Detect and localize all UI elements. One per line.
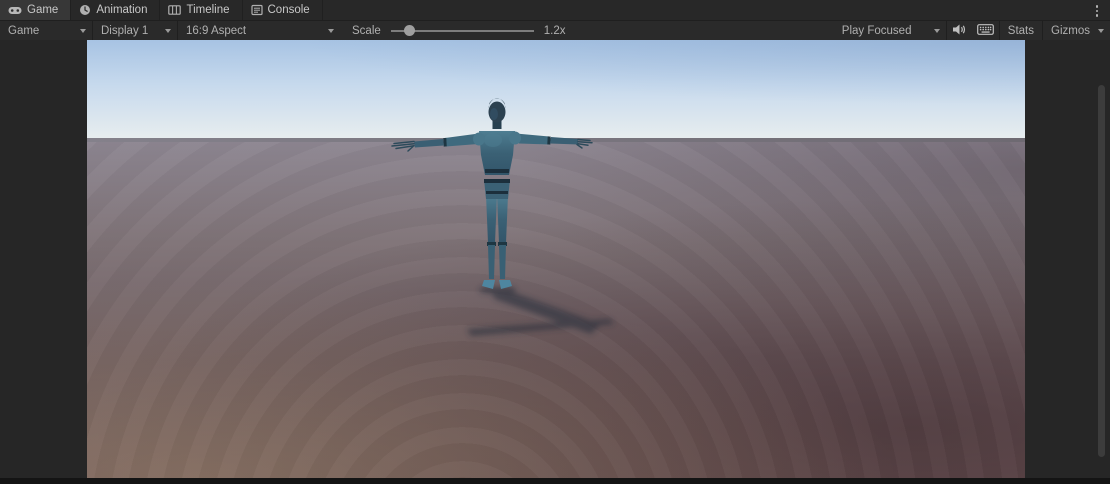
keyboard-icon [976,23,994,39]
game-mode-label: Game [8,24,40,37]
scale-slider[interactable] [390,21,534,40]
display-dropdown[interactable]: Display 1 [93,21,177,40]
game-viewport[interactable] [87,40,1025,478]
chevron-down-icon [1098,28,1104,33]
aspect-ratio-dropdown[interactable]: 16:9 Aspect [178,21,340,40]
scale-control: Scale 1.2x [352,21,566,40]
keyboard-shortcuts-button[interactable] [972,21,999,40]
bottom-edge [0,478,1110,484]
chevron-down-icon [80,28,86,33]
tab-label: Console [267,4,310,16]
speaker-icon [952,23,967,39]
character-3d-model [367,95,647,345]
console-icon [250,4,263,16]
play-focused-label: Play Focused [841,24,912,37]
tab-label: Game [27,4,59,16]
scale-slider-thumb[interactable] [404,25,416,36]
timeline-icon [168,4,182,16]
game-view-toolbar: Game Display 1 16:9 Aspect Scale 1.2x Pl… [0,21,1110,40]
display-label: Display 1 [101,24,149,37]
gizmos-dropdown[interactable]: Gizmos [1043,21,1110,40]
character-shadow [467,286,614,336]
vertical-scrollbar[interactable] [1098,85,1105,457]
scale-label: Scale [352,24,381,37]
gizmos-label: Gizmos [1051,24,1090,37]
chevron-down-icon [933,28,940,33]
clock-icon [79,4,91,16]
tab-animation[interactable]: Animation [71,0,161,20]
stats-label: Stats [1007,24,1035,37]
tab-timeline[interactable]: Timeline [160,0,243,20]
tab-console[interactable]: Console [243,0,323,20]
stats-button[interactable]: Stats [1000,21,1042,40]
tab-label: Timeline [186,4,230,16]
aspect-ratio-label: 16:9 Aspect [186,24,247,37]
chevron-down-icon [328,28,334,33]
game-mode-dropdown[interactable]: Game [0,21,92,40]
mute-audio-button[interactable] [947,21,972,40]
tab-bar: Game Animation Timeline Console [0,0,1110,21]
tab-game[interactable]: Game [0,0,72,20]
tab-label: Animation [96,4,148,16]
unity-game-window: Game Animation Timeline Console Game Dis… [0,0,1110,484]
chevron-down-icon [165,28,171,33]
play-focused-dropdown[interactable]: Play Focused [834,21,946,40]
kebab-menu-icon[interactable] [1090,3,1104,19]
scale-value: 1.2x [543,24,566,37]
gamepad-icon [8,4,22,16]
